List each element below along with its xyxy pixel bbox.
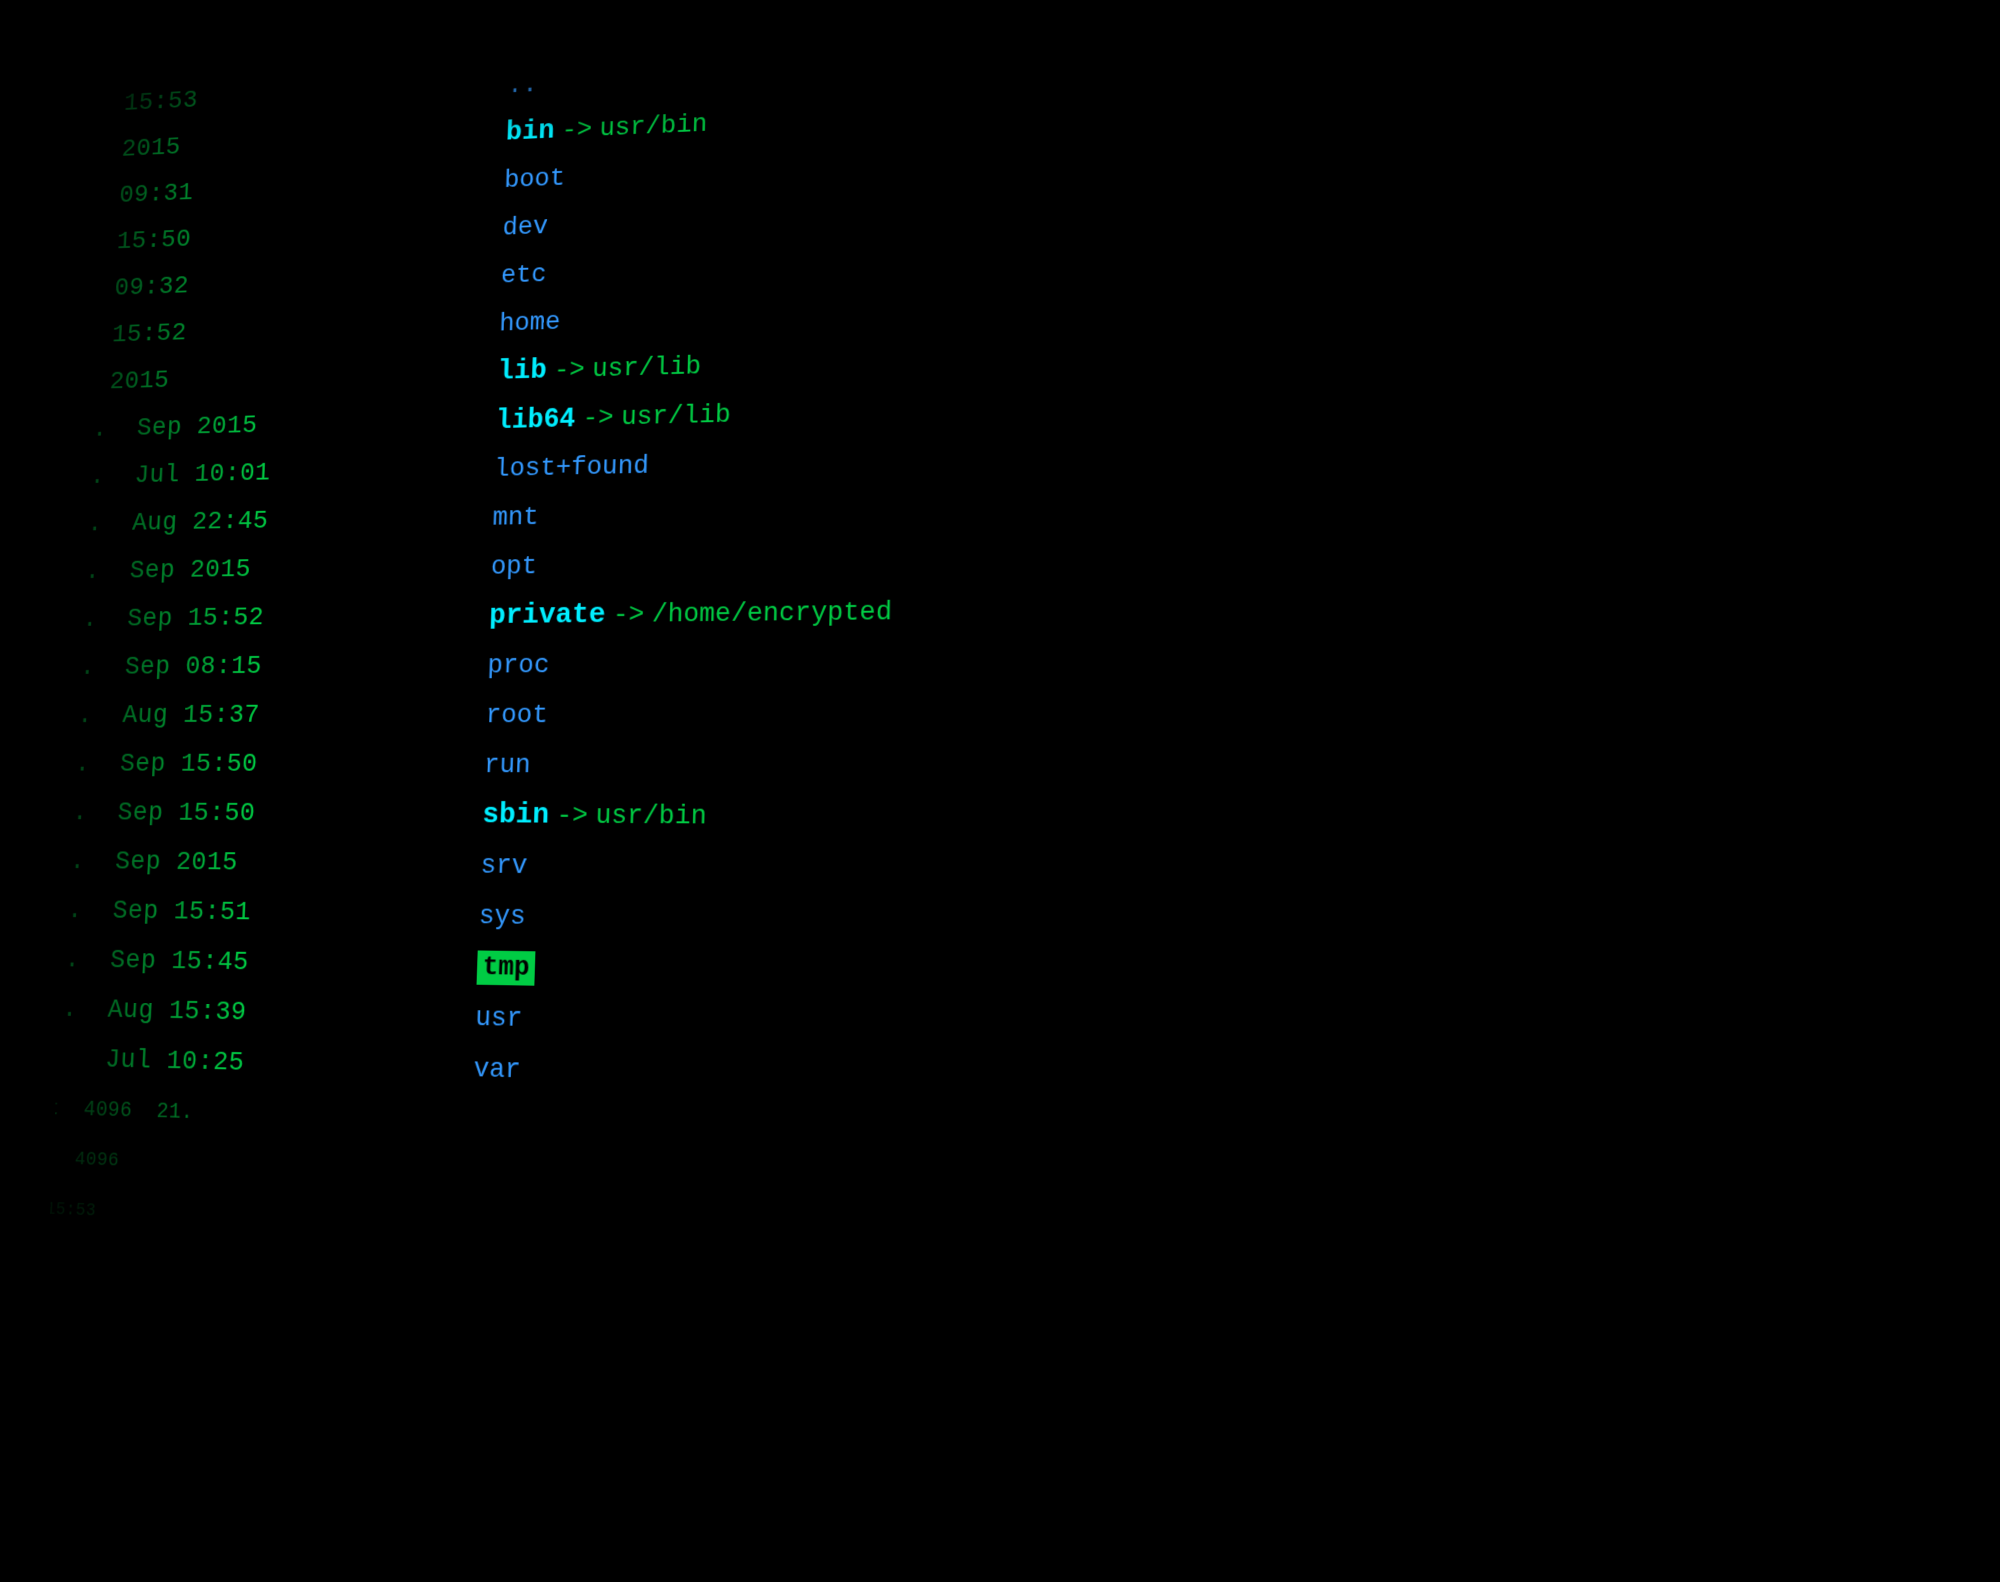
left-column: Sep 15:53 Sep 2015 Sep 09:31 Sep 15:50 S… bbox=[36, 0, 492, 1582]
file-info-12: 21. Sep 15:52 bbox=[37, 592, 463, 645]
file-info-18: 21. Sep 15:51 bbox=[36, 886, 452, 941]
file-info-15: 21. Sep 15:50 bbox=[36, 740, 457, 790]
right-column: . .. bin -> usr/bin boot dev bbox=[437, 0, 1456, 1582]
file-info-20: 23. Aug 15:39 bbox=[36, 984, 448, 1043]
file-info-19: 12. Sep 15:45 bbox=[36, 935, 450, 992]
file-info-16: 30. Sep 15:50 bbox=[36, 789, 455, 840]
dir-sbin: sbin -> usr/bin bbox=[481, 790, 1439, 847]
file-info-10: 1. Aug 22:45 bbox=[42, 494, 466, 549]
dir-private: private -> /home/encrypted bbox=[488, 581, 1438, 641]
arrow-private: -> bbox=[613, 600, 645, 630]
private-link: /home/encrypted bbox=[651, 597, 892, 629]
file-info-17: 21. Sep 2015 bbox=[36, 838, 453, 891]
file-info-14: 21. Aug 15:37 bbox=[36, 691, 459, 741]
file-info-11: 21. Sep 2015 bbox=[39, 543, 464, 597]
arrow-bin: -> bbox=[561, 115, 592, 145]
sbin-link: usr/bin bbox=[595, 801, 707, 832]
terminal-screen: Sep 15:53 Sep 2015 Sep 09:31 Sep 15:50 S… bbox=[36, 0, 2000, 1582]
dir-root: root bbox=[485, 687, 1439, 741]
bin-link: usr/bin bbox=[599, 110, 708, 143]
dir-run: run bbox=[483, 740, 1439, 793]
arrow-lib64: -> bbox=[582, 403, 614, 433]
lib64-link: usr/lib bbox=[621, 400, 731, 432]
dir-proc: proc bbox=[487, 634, 1439, 691]
arrow-lib: -> bbox=[554, 355, 586, 385]
file-info-13: 12. Sep 08:15 bbox=[36, 641, 460, 692]
lib-link: usr/lib bbox=[592, 352, 702, 384]
terminal-content: Sep 15:53 Sep 2015 Sep 09:31 Sep 15:50 S… bbox=[36, 0, 2000, 1582]
file-info-9: 23. Jul 10:01 bbox=[44, 446, 468, 503]
arrow-sbin: -> bbox=[556, 801, 588, 831]
